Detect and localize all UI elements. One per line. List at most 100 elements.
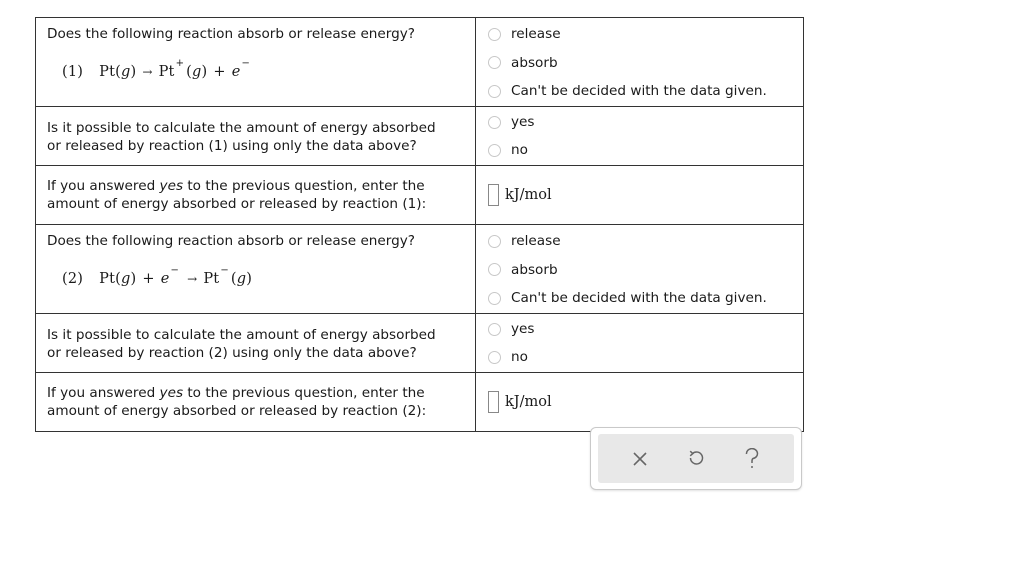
question-prompt: Does the following reaction absorb or re… (47, 26, 416, 42)
equation-part: e (160, 271, 170, 287)
question-cell: If you answered yes to the previous ques… (36, 166, 476, 224)
radio-button[interactable] (488, 234, 501, 248)
equation-number: (1) (62, 64, 84, 80)
equation-part: ) (246, 271, 253, 287)
equation-part: Pt (99, 64, 116, 80)
question-row-reaction-1: Does the following reaction absorb or re… (36, 18, 803, 107)
question-prompt-line1: If you answered yes to the previous ques… (47, 384, 464, 402)
equation-part: − (220, 265, 229, 276)
equation-part: Pt (158, 64, 175, 80)
radio-button[interactable] (488, 115, 501, 129)
reaction-equation-1: (1) Pt(g) → Pt+(g) + e− (62, 58, 464, 83)
option-release[interactable]: release (488, 20, 793, 49)
equation-number: (2) (62, 271, 84, 287)
equation-part: − (241, 58, 251, 69)
prompt-text: to the previous question, enter the (183, 385, 425, 401)
question-cell: Does the following reaction absorb or re… (36, 18, 476, 106)
question-prompt-line1: If you answered yes to the previous ques… (47, 177, 464, 195)
equation-part: ) (201, 64, 208, 80)
option-release[interactable]: release (488, 227, 793, 256)
option-cant-decide[interactable]: Can't be decided with the data given. (488, 77, 793, 106)
clear-button[interactable] (625, 444, 655, 474)
radio-button[interactable] (488, 322, 501, 336)
energy-input[interactable] (488, 184, 499, 206)
prompt-emphasis: yes (159, 385, 184, 401)
option-label: yes (511, 321, 535, 337)
action-toolbar (590, 427, 802, 490)
option-label: release (511, 26, 561, 43)
radio-button[interactable] (488, 56, 501, 70)
option-label: release (511, 233, 561, 250)
question-prompt-line1: Is it possible to calculate the amount o… (47, 120, 436, 136)
equation-part: + (175, 58, 185, 69)
option-yes[interactable]: yes (488, 315, 793, 343)
equation-body: Pt(g) + e−→ Pt−(g) (99, 265, 253, 287)
question-row-enter-1: If you answered yes to the previous ques… (36, 166, 803, 225)
option-absorb[interactable]: absorb (488, 49, 793, 78)
reaction-equation-2: (2) Pt(g) + e−→ Pt−(g) (62, 265, 464, 290)
option-label: Can't be decided with the data given. (511, 83, 767, 100)
prompt-text: If you answered (47, 385, 160, 401)
equation-part: − (170, 265, 180, 276)
question-prompt: Does the following reaction absorb or re… (47, 233, 416, 249)
answer-cell: yes no (476, 314, 803, 372)
question-prompt-line2: amount of energy absorbed or released by… (47, 196, 427, 212)
close-icon (632, 451, 648, 467)
question-row-reaction-2: Does the following reaction absorb or re… (36, 225, 803, 314)
prompt-emphasis: yes (159, 178, 184, 194)
radio-button[interactable] (488, 143, 501, 157)
answer-cell: release absorb Can't be decided with the… (476, 225, 803, 313)
equation-body: Pt(g) → Pt+(g) + e− (99, 58, 252, 80)
equation-part: g (192, 64, 202, 80)
unit-label: kJ/mol (505, 394, 552, 410)
question-prompt-line1: Is it possible to calculate the amount o… (47, 327, 436, 343)
equation-part: e (231, 64, 241, 80)
radio-button[interactable] (488, 27, 501, 41)
option-label: absorb (511, 54, 558, 71)
question-prompt-line2: or released by reaction (2) using only t… (47, 345, 417, 361)
equation-part: Pt (203, 271, 220, 287)
equation-part: ) (130, 271, 137, 287)
prompt-text: If you answered (47, 178, 160, 194)
question-prompt-line2: amount of energy absorbed or released by… (47, 403, 427, 419)
answer-cell: yes no (476, 107, 803, 165)
option-label: yes (511, 114, 535, 130)
radio-button[interactable] (488, 291, 501, 305)
help-button[interactable] (737, 444, 767, 474)
option-cant-decide[interactable]: Can't be decided with the data given. (488, 284, 793, 313)
undo-button[interactable] (681, 444, 711, 474)
unit-label: kJ/mol (505, 187, 552, 203)
energy-input[interactable] (488, 391, 499, 413)
question-table: Does the following reaction absorb or re… (35, 17, 804, 432)
radio-button[interactable] (488, 263, 501, 277)
question-cell: If you answered yes to the previous ques… (36, 373, 476, 431)
answer-cell: kJ/mol (476, 373, 803, 431)
prompt-text: to the previous question, enter the (183, 178, 425, 194)
option-no[interactable]: no (488, 136, 793, 164)
equation-part: + (142, 271, 155, 287)
question-row-possible-1: Is it possible to calculate the amount o… (36, 107, 803, 166)
option-label: no (511, 142, 528, 158)
equation-part: → (142, 65, 153, 79)
radio-button[interactable] (488, 350, 501, 364)
question-row-enter-2: If you answered yes to the previous ques… (36, 373, 803, 431)
equation-part: g (236, 271, 247, 287)
answer-input-group: kJ/mol (488, 166, 793, 224)
question-row-possible-2: Is it possible to calculate the amount o… (36, 314, 803, 373)
equation-part: + (213, 64, 226, 80)
option-label: no (511, 349, 528, 365)
answer-cell: kJ/mol (476, 166, 803, 224)
option-yes[interactable]: yes (488, 108, 793, 136)
question-prompt-line2: or released by reaction (1) using only t… (47, 138, 417, 154)
answer-cell: release absorb Can't be decided with the… (476, 18, 803, 106)
option-absorb[interactable]: absorb (488, 256, 793, 285)
question-cell: Is it possible to calculate the amount o… (36, 107, 476, 165)
option-no[interactable]: no (488, 343, 793, 371)
equation-part: ) (130, 64, 137, 80)
equation-part: → (187, 272, 198, 286)
equation-part: Pt (99, 271, 116, 287)
option-label: absorb (511, 261, 558, 278)
help-icon (744, 447, 760, 470)
radio-button[interactable] (488, 84, 501, 98)
undo-icon (687, 449, 705, 469)
